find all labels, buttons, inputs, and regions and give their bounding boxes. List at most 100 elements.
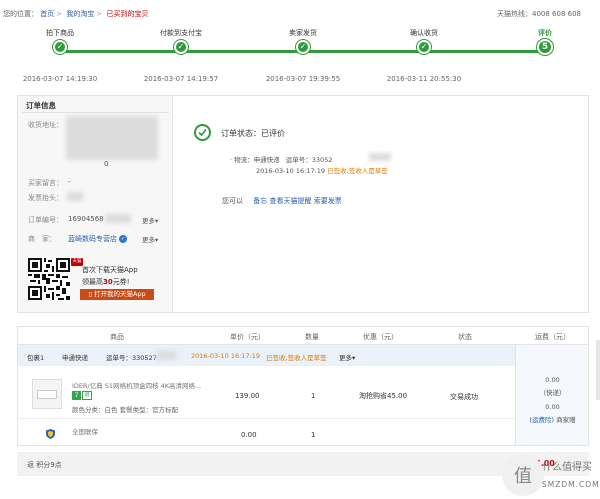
return-badge-icon: 退 (82, 391, 92, 400)
step-label: 确认收货 (410, 29, 438, 37)
logistics-info: · 物流：申通快递 运单号：33052 (230, 156, 333, 164)
success-check-icon (194, 124, 211, 141)
package-sign: 已签收,签收人是草签 (266, 354, 327, 362)
logistics-latest: 2016-03-10 16:17:19 已签收,签收人是草签 (256, 167, 388, 175)
invoice-redacted (67, 192, 83, 201)
breadcrumb-prefix: 您的位置： (3, 10, 38, 18)
col-product: 商品 (110, 333, 124, 341)
watermark-domain: SMZDM.COM (542, 480, 600, 489)
col-discount: 优惠（元） (363, 333, 398, 341)
app-promo-line2: 领最高30元券! (82, 278, 130, 286)
shipping-column: 0.00 （快递） 0.00 (运费险) 商家赠 (515, 345, 588, 445)
memo-link[interactable]: 备忘 (253, 197, 267, 205)
chat-icon[interactable]: ✓ (119, 235, 127, 243)
shipping-type: （快递） (539, 389, 566, 397)
shield-icon (46, 429, 55, 439)
breadcrumb: 您的位置： 首页 > 我的淘宝 > 已买到的宝贝 (3, 10, 149, 18)
step-label: 卖家发货 (289, 29, 317, 37)
request-invoice-link[interactable]: 索要发票 (314, 197, 342, 205)
router-image-icon (37, 390, 57, 399)
product-attributes: 颜色分类：白色 套餐类型：官方标配 (72, 406, 179, 414)
invoice-key: 发票抬头： (28, 194, 63, 202)
progress-step-3: 卖家发货 ✓ 2016-03-07 19:39:55 (243, 28, 363, 83)
order-no-value: 16904568 (68, 215, 104, 223)
buyer-note-value: - (68, 178, 71, 186)
order-info-panel: 订单信息 收货地址： 0 买家留言： - 发票抬头： 订单编号： 1690456… (17, 95, 589, 313)
product-title-link[interactable]: IDER/亿典 S1网络机顶盒四核 4K高清网络... (72, 380, 201, 390)
step-time: 2016-03-07 14:19:57 (143, 75, 219, 83)
check-icon: ✓ (53, 40, 67, 54)
order-status-text: 订单状态：已评价 (221, 129, 285, 138)
order-progress: 拍下商品 ✓ 2016-03-07 14:19:30 付款到支付宝 ✓ 2016… (0, 28, 600, 88)
order-info-sidebar: 订单信息 收货地址： 0 买家留言： - 发票抬头： 订单编号： 1690456… (18, 96, 173, 312)
package-tracking: 运单号：330527 (106, 354, 157, 362)
watermark-title: 什么值得买 (542, 462, 592, 473)
buyer-note-key: 买家留言： (28, 179, 63, 187)
shipping-fee: 0.00 (545, 376, 560, 384)
item-qty: 1 (311, 392, 316, 400)
site-watermark: 值 什么值得买 SMZDM.COM (502, 454, 599, 496)
step-time: 2016-03-07 19:39:55 (265, 75, 341, 83)
insurance-qty: 1 (311, 431, 316, 439)
step-time: 2016-03-07 14:19:30 (22, 75, 98, 83)
view-tmall-reminder-link[interactable]: 查看天猫提醒 (269, 197, 311, 205)
insurance-price: 0.00 (241, 431, 257, 439)
step-label: 拍下商品 (46, 29, 74, 37)
breadcrumb-home-link[interactable]: 首页 (40, 10, 54, 18)
product-thumbnail[interactable] (32, 379, 62, 409)
order-no-key: 订单编号： (28, 216, 63, 224)
check-icon: ✓ (417, 40, 431, 54)
actions-prefix: 您可以 (222, 197, 243, 205)
progress-step-4: 确认收货 ✓ 2016-03-11 20:55:30 (364, 28, 484, 83)
address-redacted (66, 116, 158, 160)
order-status-panel: 订单状态：已评价 · 物流：申通快递 运单号：33052 2016-03-10 … (174, 96, 588, 312)
col-shipping: 运费（元） (535, 333, 570, 341)
shipping-insurance-link[interactable]: (运费险) (529, 416, 554, 424)
order-items-table: 商品 单价（元） 数量 优惠（元） 状态 运费（元） 包裹1 申通快递 运单号：… (17, 326, 589, 446)
shop-more-toggle[interactable]: 更多▾ (142, 234, 158, 244)
progress-step-1: 拍下商品 ✓ 2016-03-07 14:19:30 (0, 28, 120, 83)
item-price: 139.00 (235, 392, 260, 400)
progress-step-2: 付款到支付宝 ✓ 2016-03-07 14:19:57 (121, 28, 241, 83)
package-bar: 包裹1 申通快递 运单号：330527 2016-03-10 16:17:19 … (18, 345, 515, 366)
divider (22, 112, 169, 113)
seven-day-return-icon: 7 (72, 391, 81, 400)
address-tail: 0 (104, 160, 109, 168)
open-app-button[interactable]: ▯ 打开我的天猫App (80, 289, 154, 300)
package-time: 2016-03-10 16:17:19 (191, 352, 261, 360)
points-earned: 返 积分9点 (27, 461, 62, 469)
col-state: 状态 (458, 333, 472, 341)
step-label: 付款到支付宝 (160, 29, 202, 37)
item-discount: 淘抢购省45.00 (359, 392, 408, 400)
hotline: 天猫热线：4008 608 608 (497, 10, 581, 18)
insurance-label: (运费险) 商家赠 (529, 416, 576, 424)
address-key: 收货地址： (28, 121, 63, 129)
order-info-title: 订单信息 (26, 101, 56, 110)
col-qty: 数量 (305, 333, 319, 341)
tracking-redacted (369, 153, 391, 161)
breadcrumb-current: 已买到的宝贝 (106, 10, 149, 18)
divider (18, 418, 515, 419)
package-company: 申通快递 (62, 354, 88, 362)
shop-name[interactable]: 蓝崎数码专营店 ✓ (68, 234, 127, 244)
item-state: 交易成功 (450, 393, 478, 401)
col-price: 单价（元） (230, 333, 265, 341)
order-more-toggle[interactable]: 更多▾ (142, 215, 158, 225)
watermark-logo-icon: 值 (502, 454, 544, 496)
shop-key: 商 家： (28, 235, 56, 243)
page-scrollbar[interactable] (596, 340, 600, 400)
app-promo-line1: 首次下载天猫App (82, 266, 138, 274)
order-actions: 您可以 备忘 查看天猫提醒 索要发票 (222, 196, 342, 206)
package-label: 包裹1 (27, 354, 45, 362)
progress-step-5: 评价 5 (485, 28, 600, 76)
step-time: 2016-03-11 20:55:30 (386, 75, 462, 83)
check-icon: ✓ (296, 40, 310, 54)
insurance-title: 全国联保 (72, 428, 98, 436)
package-tracking-redacted (156, 351, 176, 360)
order-no-redacted (105, 214, 131, 223)
insurance-fee: 0.00 (545, 403, 560, 411)
qr-code-icon (28, 258, 70, 300)
breadcrumb-mytaobao-link[interactable]: 我的淘宝 (66, 10, 94, 18)
check-icon: ✓ (174, 40, 188, 54)
package-more-toggle[interactable]: 更多▾ (339, 352, 355, 362)
